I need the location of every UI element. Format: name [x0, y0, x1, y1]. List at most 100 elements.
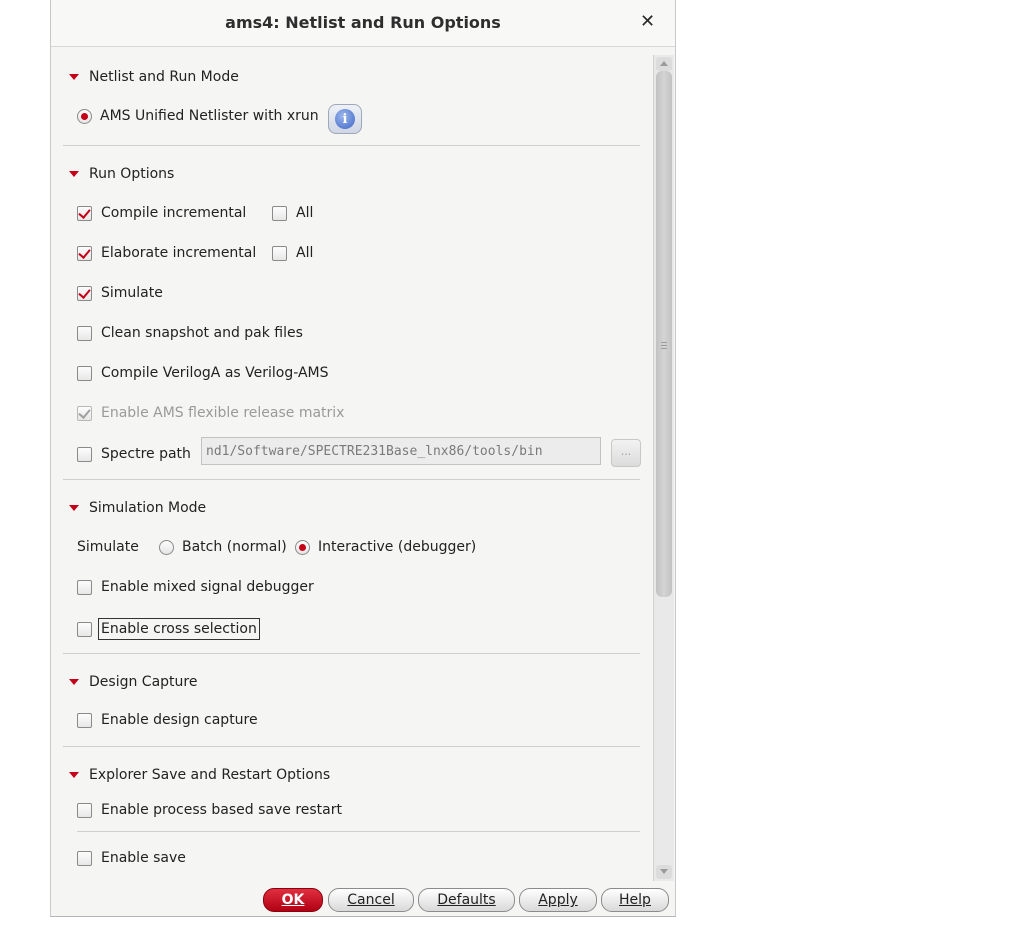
grip-line — [661, 342, 667, 343]
checkbox[interactable] — [272, 245, 287, 261]
divider — [77, 831, 640, 832]
cancel-label: Cancel — [347, 892, 395, 908]
divider — [63, 479, 640, 480]
checkbox[interactable] — [77, 802, 92, 818]
simulate-checkbox[interactable]: Simulate — [77, 284, 163, 302]
arrow-down-icon — [660, 869, 668, 874]
compile-incremental-checkbox[interactable]: Compile incremental — [77, 204, 246, 222]
section-run-options[interactable]: Run Options — [69, 165, 174, 183]
interactive-radio[interactable]: Interactive (debugger) — [295, 538, 476, 556]
triangle-down-icon — [69, 679, 79, 685]
checkbox[interactable] — [77, 712, 92, 728]
checkbox-label: Enable cross selection — [98, 618, 260, 640]
spectre-path-checkbox[interactable]: Spectre path — [77, 445, 191, 463]
triangle-down-icon — [69, 171, 79, 177]
checkbox[interactable] — [77, 245, 92, 261]
info-icon: i — [335, 109, 355, 129]
radio-label: AMS Unified Netlister with xrun — [100, 108, 319, 124]
section-explorer-save-restart[interactable]: Explorer Save and Restart Options — [69, 766, 330, 784]
enable-design-capture-checkbox[interactable]: Enable design capture — [77, 711, 258, 729]
triangle-down-icon — [69, 772, 79, 778]
checkbox[interactable] — [77, 365, 92, 381]
spectre-path-input[interactable]: nd1/Software/SPECTRE231Base_lnx86/tools/… — [201, 437, 601, 465]
checkbox[interactable] — [77, 285, 92, 301]
checkbox[interactable] — [77, 446, 92, 462]
checkbox[interactable] — [77, 850, 92, 866]
triangle-down-icon — [69, 74, 79, 80]
apply-label: Apply — [538, 892, 578, 908]
defaults-label: Defaults — [437, 892, 496, 908]
checkbox[interactable] — [272, 205, 287, 221]
enable-ams-matrix-checkbox: Enable AMS flexible release matrix — [77, 404, 344, 422]
section-netlist-run-mode[interactable]: Netlist and Run Mode — [69, 68, 239, 86]
radio-label: Batch (normal) — [182, 539, 287, 555]
arrow-up-icon — [660, 61, 668, 66]
simulate-mode-label: Simulate — [77, 539, 139, 555]
button-bar: OK Cancel Defaults Apply Help — [51, 882, 675, 916]
checkbox-label: Enable mixed signal debugger — [101, 579, 314, 595]
batch-radio[interactable]: Batch (normal) — [159, 538, 287, 556]
checkbox[interactable] — [77, 579, 92, 595]
section-simulation-mode[interactable]: Simulation Mode — [69, 499, 206, 517]
checkbox-label: Elaborate incremental — [101, 245, 257, 261]
info-button[interactable]: i — [328, 104, 362, 134]
section-design-capture[interactable]: Design Capture — [69, 673, 197, 691]
checkbox-label: All — [296, 205, 314, 221]
defaults-button[interactable]: Defaults — [418, 888, 515, 912]
section-title: Simulation Mode — [89, 500, 207, 516]
enable-save-checkbox[interactable]: Enable save — [77, 849, 186, 867]
checkbox-label: Clean snapshot and pak files — [101, 325, 303, 341]
triangle-down-icon — [69, 505, 79, 511]
grip-line — [661, 348, 667, 349]
titlebar: ams4: Netlist and Run Options ✕ — [51, 0, 675, 47]
grip-line — [661, 345, 667, 346]
vertical-scrollbar[interactable] — [653, 55, 674, 881]
compile-all-checkbox[interactable]: All — [272, 204, 313, 222]
checkbox[interactable] — [77, 205, 92, 221]
radio-label: Interactive (debugger) — [318, 539, 477, 555]
ok-button[interactable]: OK — [263, 888, 323, 912]
checkbox-label: Enable save — [101, 850, 186, 866]
section-title: Design Capture — [89, 674, 198, 690]
radio[interactable] — [159, 539, 174, 555]
elaborate-all-checkbox[interactable]: All — [272, 244, 313, 262]
compile-veriloga-checkbox[interactable]: Compile VerilogA as Verilog-AMS — [77, 364, 329, 382]
checkbox-label: All — [296, 245, 314, 261]
window-title: ams4: Netlist and Run Options — [225, 13, 501, 32]
elaborate-incremental-checkbox[interactable]: Elaborate incremental — [77, 244, 256, 262]
close-icon[interactable]: ✕ — [640, 11, 655, 32]
divider — [63, 653, 640, 654]
help-button[interactable]: Help — [601, 888, 669, 912]
checkbox[interactable] — [77, 621, 92, 637]
checkbox-disabled — [77, 405, 92, 421]
ok-label: OK — [281, 892, 305, 908]
section-title: Run Options — [89, 166, 175, 182]
checkbox-label: Enable AMS flexible release matrix — [101, 405, 345, 421]
browse-button[interactable]: ... — [611, 439, 641, 467]
section-title: Netlist and Run Mode — [89, 69, 239, 85]
process-save-restart-checkbox[interactable]: Enable process based save restart — [77, 801, 342, 819]
help-label: Help — [619, 892, 651, 908]
checkbox-label: Spectre path — [101, 446, 191, 462]
scroll-up-button[interactable] — [656, 57, 672, 71]
scroll-down-button[interactable] — [656, 865, 672, 879]
divider — [63, 145, 640, 146]
cross-selection-checkbox[interactable]: Enable cross selection — [77, 618, 260, 640]
checkbox-label: Simulate — [101, 285, 163, 301]
checkbox-label: Enable design capture — [101, 712, 258, 728]
divider — [63, 746, 640, 747]
netlist-run-options-dialog: ams4: Netlist and Run Options ✕ Netlist … — [50, 0, 676, 917]
checkbox-label: Enable process based save restart — [101, 802, 342, 818]
checkbox-label: Compile incremental — [101, 205, 247, 221]
checkbox[interactable] — [77, 325, 92, 341]
mixed-signal-debugger-checkbox[interactable]: Enable mixed signal debugger — [77, 578, 314, 596]
radio-selected[interactable] — [295, 539, 310, 555]
cancel-button[interactable]: Cancel — [328, 888, 414, 912]
apply-button[interactable]: Apply — [519, 888, 597, 912]
clean-snapshot-checkbox[interactable]: Clean snapshot and pak files — [77, 324, 303, 342]
scrollbar-thumb[interactable] — [656, 71, 672, 597]
checkbox-label: Compile VerilogA as Verilog-AMS — [101, 365, 329, 381]
options-panel: Netlist and Run Mode AMS Unified Netlist… — [51, 47, 651, 882]
ams-unified-netlister-radio[interactable]: AMS Unified Netlister with xrun — [77, 107, 319, 125]
radio-selected[interactable] — [77, 108, 92, 124]
